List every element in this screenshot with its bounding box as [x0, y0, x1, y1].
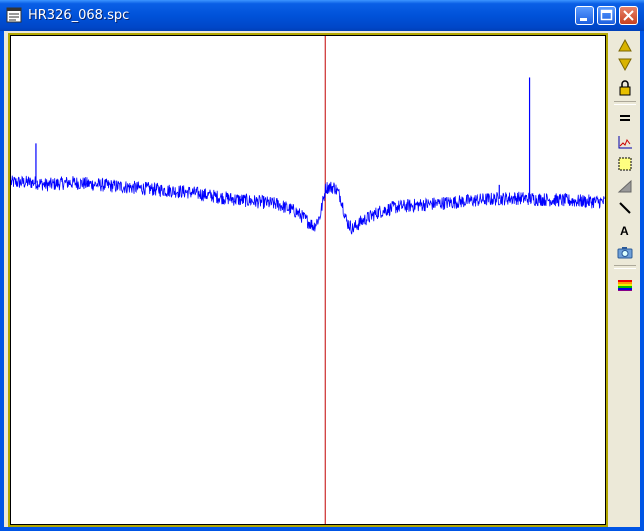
gradient-icon[interactable]	[616, 177, 634, 195]
spectrum-line	[11, 175, 605, 235]
title-bar[interactable]: HR326_068.spc	[0, 0, 644, 31]
maximize-icon	[600, 9, 613, 21]
close-button[interactable]	[619, 6, 638, 25]
spectrum-plot[interactable]	[10, 35, 606, 525]
close-icon	[623, 10, 634, 21]
camera-icon[interactable]	[616, 243, 634, 261]
toolbar-separator	[614, 265, 636, 269]
rainbow-icon[interactable]	[616, 275, 634, 293]
window-title: HR326_068.spc	[28, 8, 130, 23]
plot-frame	[8, 33, 608, 527]
select-region-icon[interactable]	[616, 155, 634, 173]
spectrum-chart[interactable]	[11, 36, 605, 524]
equals-icon[interactable]	[616, 109, 634, 127]
lock-icon[interactable]	[616, 79, 634, 97]
line-icon[interactable]	[616, 199, 634, 217]
application-window: HR326_068.spc A	[0, 0, 644, 531]
minimize-icon	[580, 18, 587, 21]
toolbar-separator	[614, 101, 636, 105]
arrow-down-icon[interactable]	[616, 55, 634, 73]
svg-text:A: A	[620, 224, 629, 238]
text-icon[interactable]: A	[616, 221, 634, 239]
maximize-button[interactable]	[597, 6, 616, 25]
client-area: A	[4, 31, 640, 527]
vertical-toolbar: A	[608, 31, 640, 527]
document-icon[interactable]	[6, 7, 22, 23]
minimize-button[interactable]	[575, 6, 594, 25]
chart-peak-icon[interactable]	[616, 133, 634, 151]
arrow-up-icon[interactable]	[616, 37, 634, 55]
